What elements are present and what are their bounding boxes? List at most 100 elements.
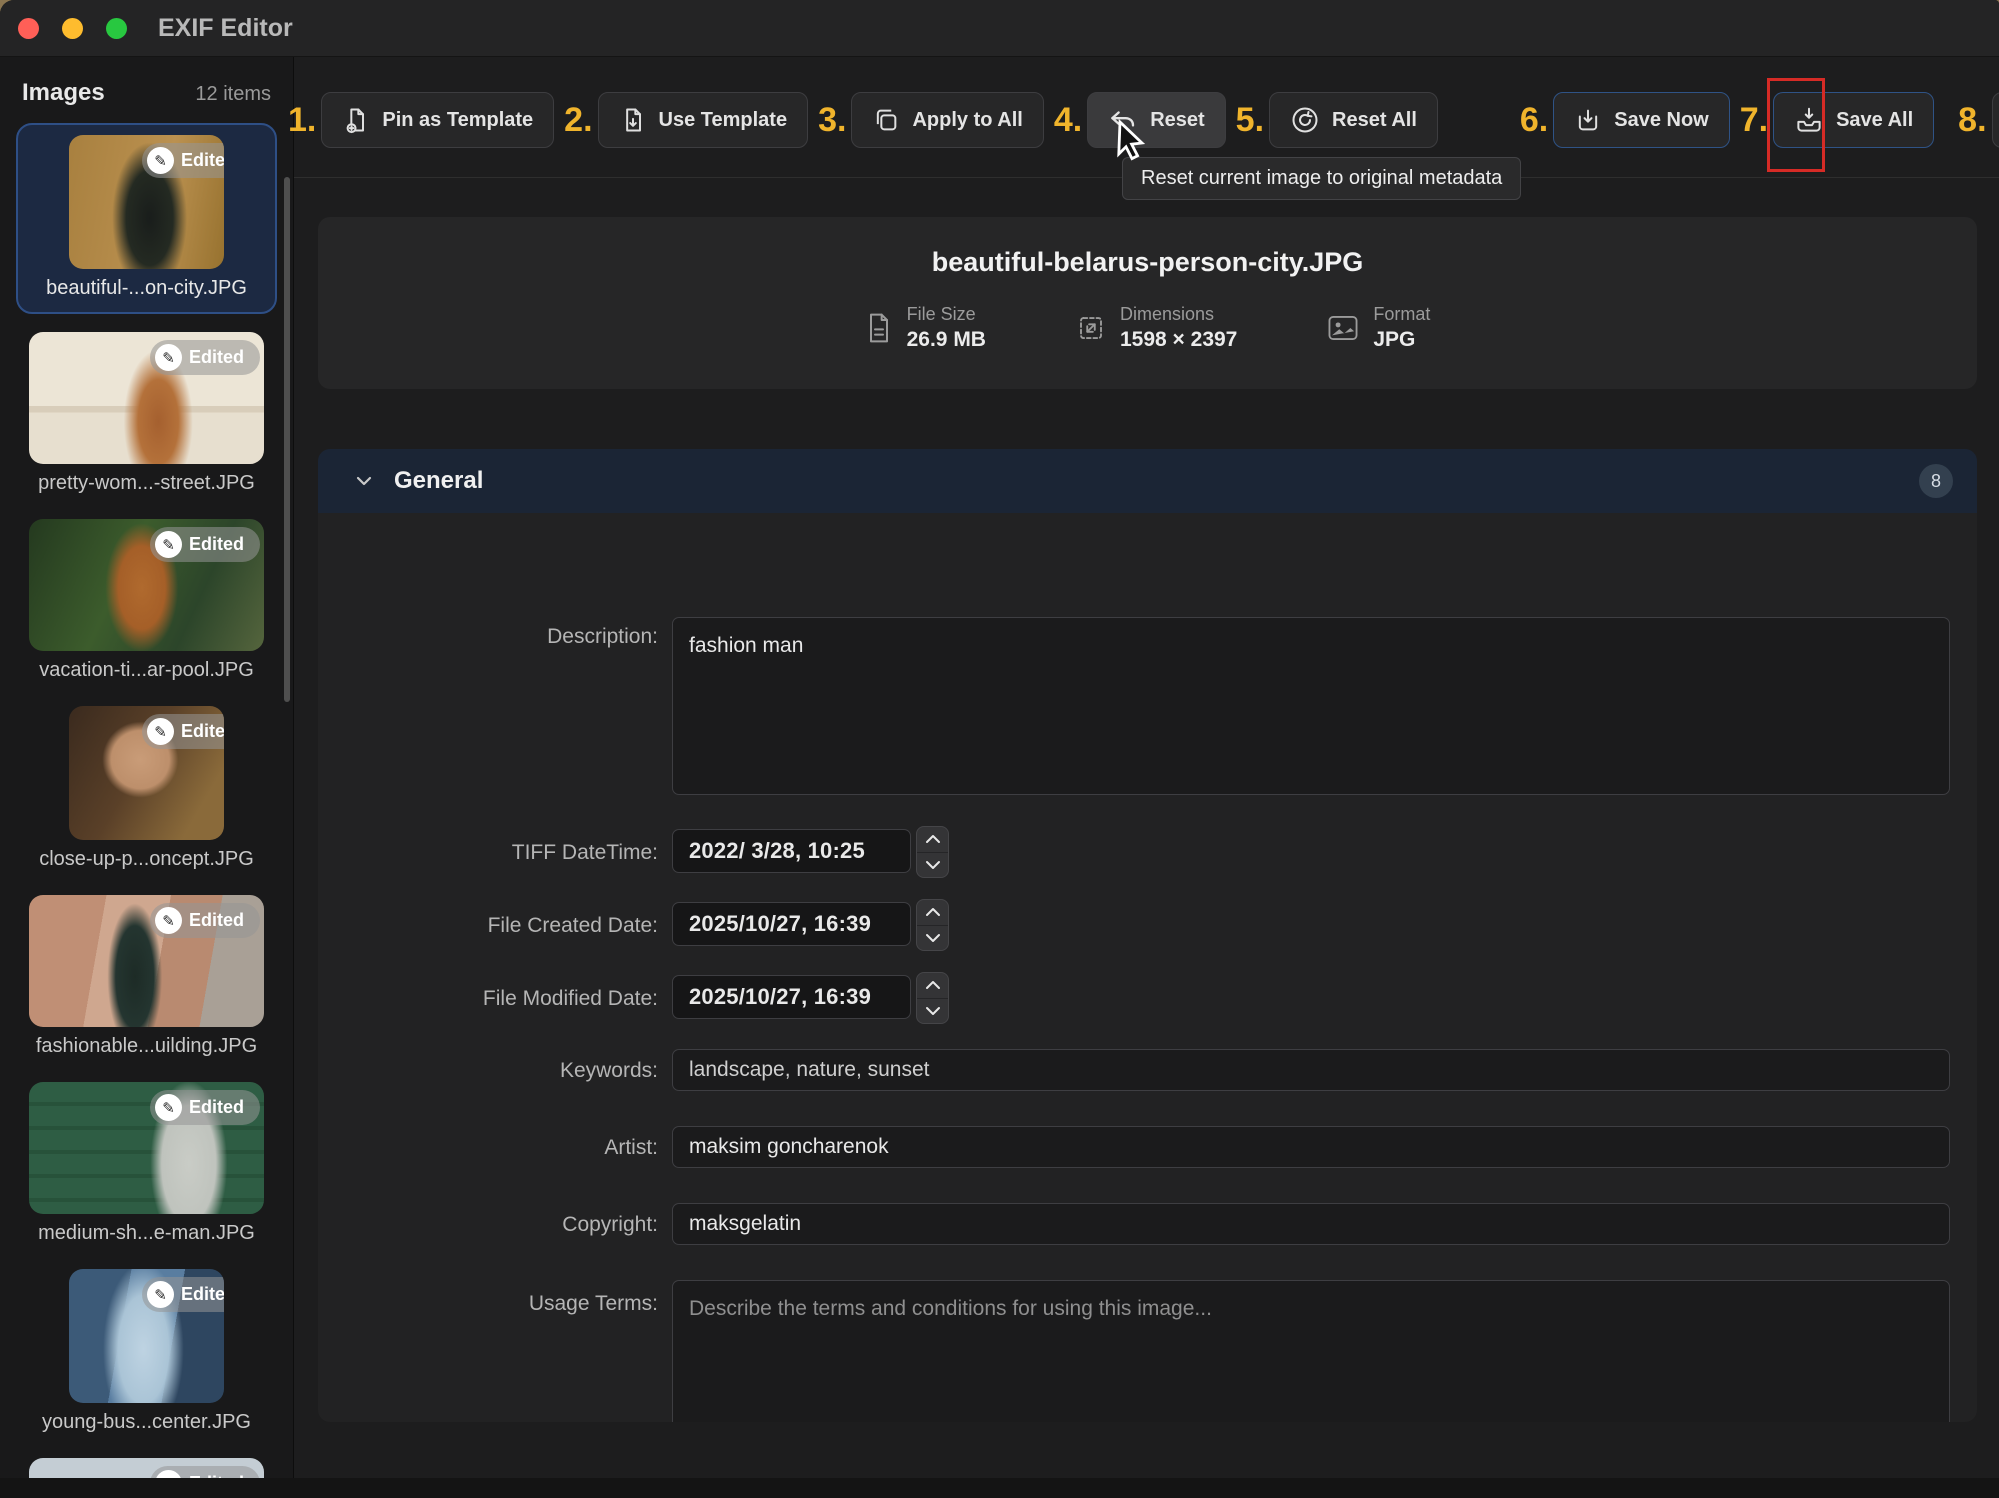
- copyright-label: Copyright:: [328, 1213, 658, 1237]
- reset-all-icon: [1290, 105, 1320, 135]
- apply-to-all-button[interactable]: Apply to All: [851, 92, 1043, 148]
- annotation-mark-7: 7.: [1740, 103, 1768, 137]
- image-icon: [1327, 314, 1359, 342]
- description-field[interactable]: fashion man: [672, 617, 1950, 795]
- file-modified-date-stepper: [916, 972, 949, 1024]
- sidebar: Images 12 items ✎ Edited beautiful-...on…: [0, 57, 294, 1498]
- document-icon: [865, 312, 893, 344]
- annotation-mark-1: 1.: [288, 103, 316, 137]
- window-titlebar: EXIF Editor: [0, 0, 1999, 57]
- thumbnail: ✎ Edited: [29, 519, 264, 651]
- dimensions-icon: [1076, 313, 1106, 343]
- sidebar-scrollbar[interactable]: [284, 177, 290, 702]
- dimensions-item: Dimensions 1598 × 2397: [1076, 304, 1237, 352]
- edited-badge: ✎ Edited: [150, 903, 260, 938]
- keywords-input[interactable]: [672, 1049, 1950, 1091]
- file-name: beautiful-belarus-person-city.JPG: [318, 247, 1977, 278]
- stepper-up-button[interactable]: [917, 973, 948, 998]
- artist-input[interactable]: [672, 1126, 1950, 1168]
- thumbnail: ✎ Edited: [69, 135, 224, 269]
- pencil-icon: ✎: [147, 147, 174, 174]
- pencil-icon: ✎: [147, 1281, 174, 1308]
- save-now-icon: [1574, 106, 1602, 134]
- image-list-item-4[interactable]: ✎ Edited close-up-p...oncept.JPG: [16, 706, 277, 871]
- tiff-datetime-label: TIFF DateTime:: [328, 841, 658, 865]
- file-created-date-input[interactable]: [672, 902, 911, 946]
- general-section-header[interactable]: General 8: [318, 449, 1977, 513]
- annotation-mark-4: 4.: [1054, 103, 1082, 137]
- chevron-down-icon: [352, 471, 376, 491]
- usage-terms-label: Usage Terms:: [328, 1292, 658, 1316]
- file-modified-date-input[interactable]: [672, 975, 911, 1019]
- thumbnail: ✎ Edited: [29, 332, 264, 464]
- file-created-date-label: File Created Date:: [328, 914, 658, 938]
- thumbnail: ✎ Edited: [69, 1269, 224, 1403]
- file-info-row: File Size 26.9 MB Dimensions 1598 × 2397…: [318, 304, 1977, 352]
- pencil-icon: ✎: [155, 1094, 182, 1121]
- stepper-up-button[interactable]: [917, 900, 948, 925]
- stepper-up-button[interactable]: [917, 827, 948, 852]
- save-now-button[interactable]: Save Now: [1553, 92, 1729, 148]
- file-modified-date-label: File Modified Date:: [328, 987, 658, 1011]
- annotation-mark-8: 8.: [1958, 103, 1986, 137]
- annotation-highlight-box: [1767, 78, 1825, 172]
- annotation-mark-6: 6.: [1520, 103, 1548, 137]
- window-title: EXIF Editor: [158, 14, 293, 43]
- annotation-mark-3: 3.: [818, 103, 846, 137]
- pin-as-template-icon: [342, 106, 370, 134]
- thumbnail-label: pretty-wom...-street.JPG: [16, 472, 277, 495]
- image-list-item-2[interactable]: ✎ Edited pretty-wom...-street.JPG: [16, 332, 277, 495]
- close-window-button[interactable]: [18, 18, 39, 39]
- stepper-down-button[interactable]: [917, 998, 948, 1024]
- images-count: 12 items: [195, 83, 271, 106]
- general-section-title: General: [394, 467, 483, 495]
- close-button[interactable]: Close: [1992, 92, 1999, 148]
- use-template-button[interactable]: Use Template: [598, 92, 809, 148]
- edited-badge: ✎ Edited: [150, 527, 260, 562]
- keywords-label: Keywords:: [328, 1059, 658, 1083]
- stepper-down-button[interactable]: [917, 925, 948, 951]
- annotation-mark-5: 5.: [1236, 103, 1264, 137]
- edited-badge: ✎ Edited: [142, 1277, 224, 1312]
- image-list-item-6[interactable]: ✎ Edited medium-sh...e-man.JPG: [16, 1082, 277, 1245]
- image-list-item-3[interactable]: ✎ Edited vacation-ti...ar-pool.JPG: [16, 519, 277, 682]
- use-template-icon: [619, 106, 647, 134]
- usage-terms-field[interactable]: [672, 1280, 1950, 1422]
- general-section: General 8 Description: fashion man TIFF …: [318, 449, 1977, 1422]
- image-list-item-7[interactable]: ✎ Edited young-bus...center.JPG: [16, 1269, 277, 1434]
- reset-button[interactable]: Reset: [1087, 92, 1225, 148]
- sidebar-title: Images: [22, 79, 105, 107]
- exif-editor-window: EXIF Editor Images 12 items ✎ Edited bea…: [0, 0, 1999, 1498]
- image-list-item-1[interactable]: ✎ Edited beautiful-...on-city.JPG: [16, 123, 277, 314]
- reset-all-button[interactable]: Reset All: [1269, 92, 1438, 148]
- file-size-item: File Size 26.9 MB: [865, 304, 986, 352]
- zoom-window-button[interactable]: [106, 18, 127, 39]
- thumbnail: ✎ Edited: [29, 895, 264, 1027]
- description-label: Description:: [328, 625, 658, 649]
- pencil-icon: ✎: [155, 531, 182, 558]
- window-bottom-edge: [0, 1478, 1999, 1498]
- edited-badge: ✎ Edited: [150, 340, 260, 375]
- thumbnail: ✎ Edited: [69, 706, 224, 840]
- pencil-icon: ✎: [155, 344, 182, 371]
- pencil-icon: ✎: [155, 907, 182, 934]
- thumbnail-label: young-bus...center.JPG: [16, 1411, 277, 1434]
- tiff-datetime-input[interactable]: [672, 829, 911, 873]
- image-list-item-5[interactable]: ✎ Edited fashionable...uilding.JPG: [16, 895, 277, 1058]
- edited-badge: ✎ Edited: [150, 1090, 260, 1125]
- pin-as-template-button[interactable]: Pin as Template: [321, 92, 554, 148]
- cursor-icon: [1112, 118, 1152, 162]
- pencil-icon: ✎: [147, 718, 174, 745]
- artist-label: Artist:: [328, 1136, 658, 1160]
- edited-badge: ✎ Edited: [142, 714, 224, 749]
- thumbnail: ✎ Edited: [29, 1082, 264, 1214]
- format-item: Format JPG: [1327, 304, 1430, 352]
- annotation-mark-2: 2.: [564, 103, 592, 137]
- thumbnail-label: vacation-ti...ar-pool.JPG: [16, 659, 277, 682]
- general-count-badge: 8: [1919, 464, 1953, 498]
- copyright-input[interactable]: [672, 1203, 1950, 1245]
- file-created-date-stepper: [916, 899, 949, 951]
- edited-badge: ✎ Edited: [142, 143, 224, 178]
- minimize-window-button[interactable]: [62, 18, 83, 39]
- stepper-down-button[interactable]: [917, 852, 948, 878]
